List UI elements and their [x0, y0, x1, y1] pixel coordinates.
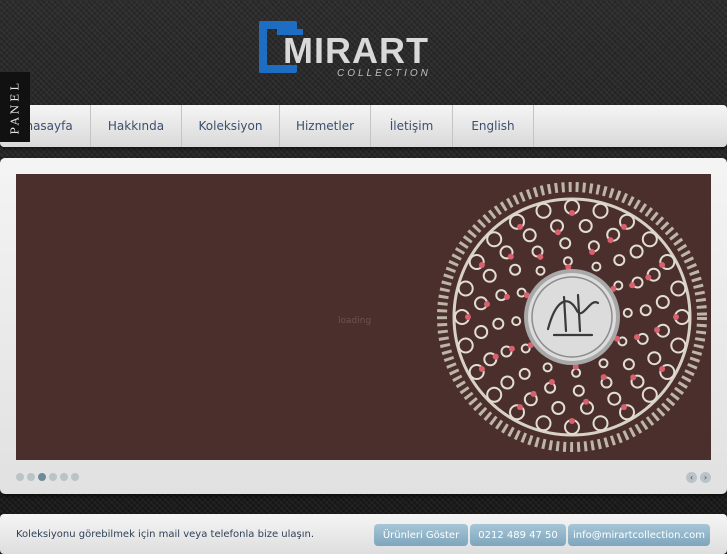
email-button[interactable]: info@mirartcollection.com: [568, 524, 710, 546]
ornament-image: [437, 182, 707, 452]
image-slider: loading ‹ ›: [0, 158, 727, 494]
slider-dot[interactable]: [60, 473, 68, 481]
nav-item-koleksiyon[interactable]: Koleksiyon: [182, 105, 280, 147]
nav-item-hakkinda[interactable]: Hakkında: [91, 105, 182, 147]
phone-button[interactable]: 0212 489 47 50: [470, 524, 566, 546]
loading-text: loading: [338, 316, 372, 326]
slider-dot[interactable]: [38, 473, 46, 481]
contact-note: Koleksiyonu görebilmek için mail veya te…: [16, 529, 315, 540]
panel-tab-label: PANEL: [8, 79, 22, 135]
nav-item-iletisim[interactable]: İletişim: [371, 105, 453, 147]
slider-arrows: ‹ ›: [686, 472, 711, 483]
nav-item-hizmetler[interactable]: Hizmetler: [280, 105, 371, 147]
panel-tab[interactable]: PANEL: [0, 72, 30, 142]
slider-dot[interactable]: [27, 473, 35, 481]
main-nav: Anasayfa Hakkında Koleksiyon Hizmetler İ…: [0, 105, 727, 147]
slider-dot[interactable]: [71, 473, 79, 481]
slider-dot[interactable]: [16, 473, 24, 481]
slider-pagination: [16, 473, 79, 481]
logo-name: MIRART: [283, 30, 429, 71]
slide[interactable]: loading: [16, 174, 711, 460]
show-products-button[interactable]: Ürünleri Göster: [374, 524, 468, 546]
footer-bar: Koleksiyonu görebilmek için mail veya te…: [0, 514, 727, 554]
nav-item-english[interactable]: English: [453, 105, 534, 147]
prev-arrow-icon[interactable]: ‹: [686, 472, 697, 483]
site-logo[interactable]: MIRART COLLECTION: [259, 21, 437, 81]
logo-subtitle: COLLECTION: [337, 68, 431, 79]
slider-dot[interactable]: [49, 473, 57, 481]
next-arrow-icon[interactable]: ›: [700, 472, 711, 483]
